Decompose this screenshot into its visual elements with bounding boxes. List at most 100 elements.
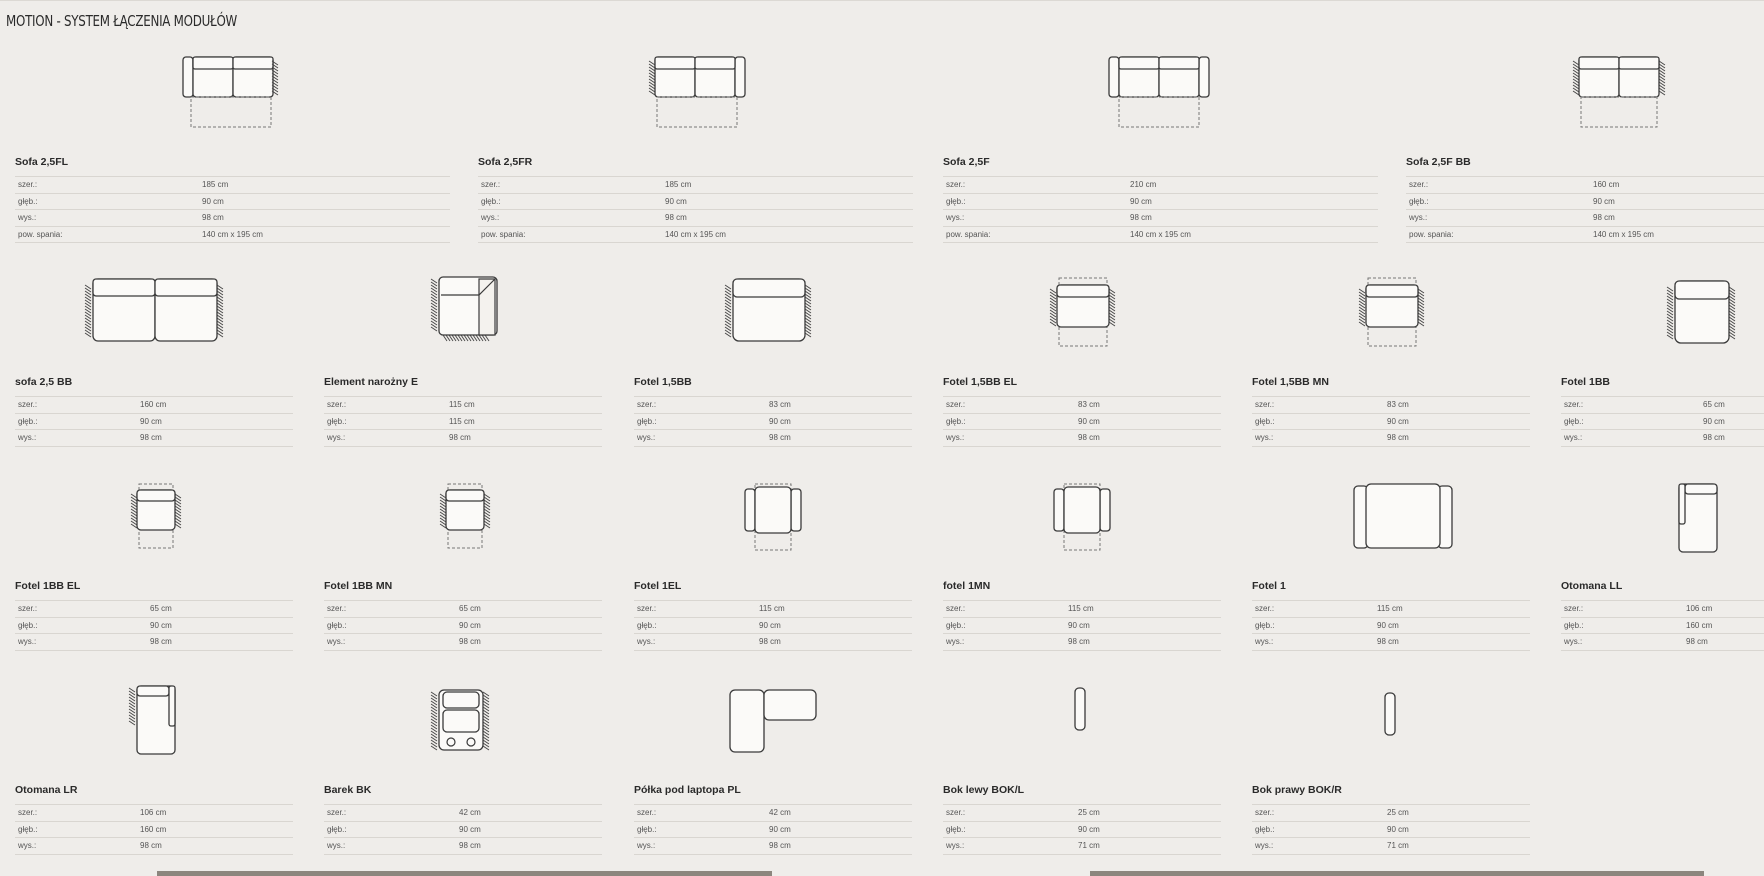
- spec-label: szer.:: [1255, 400, 1275, 409]
- spec-label: szer.:: [637, 604, 657, 613]
- spec-row: szer.: 83 cm: [1252, 396, 1530, 414]
- spec-row: wys.: 98 cm: [478, 210, 913, 227]
- spec-label: pow. spania:: [481, 229, 526, 239]
- spec-table: szer.: 25 cm głęb.: 90 cm wys.: 71 cm: [943, 804, 1221, 855]
- spec-label: szer.:: [327, 808, 347, 817]
- spec-label: szer.:: [18, 808, 38, 817]
- spec-value: 25 cm: [1078, 808, 1100, 817]
- spec-value: 115 cm: [449, 416, 475, 426]
- spec-row: szer.: 210 cm: [943, 176, 1378, 194]
- spec-row: szer.: 83 cm: [943, 396, 1221, 414]
- spec-value: 65 cm: [150, 604, 172, 613]
- spec-table: szer.: 83 cm głęb.: 90 cm wys.: 98 cm: [943, 396, 1221, 447]
- module-name: Sofa 2,5FR: [478, 156, 533, 168]
- spec-row: szer.: 185 cm: [15, 176, 450, 194]
- spec-label: głęb.:: [946, 416, 966, 426]
- spec-label: wys.:: [1564, 433, 1583, 442]
- spec-label: głęb.:: [946, 620, 966, 630]
- module-name: Sofa 2,5FL: [15, 156, 69, 168]
- spec-table: szer.: 106 cm głęb.: 160 cm wys.: 98 cm: [1561, 600, 1764, 651]
- spec-row: wys.: 98 cm: [15, 634, 293, 651]
- spec-value: 90 cm: [759, 620, 781, 630]
- spec-row: wys.: 98 cm: [324, 838, 602, 855]
- spec-label: wys.:: [327, 637, 346, 646]
- module-name: Fotel 1BB MN: [324, 580, 393, 592]
- spec-value: 115 cm: [449, 400, 475, 409]
- module-name: fotel 1MN: [943, 580, 991, 592]
- spec-row: szer.: 42 cm: [324, 804, 602, 822]
- spec-value: 115 cm: [1068, 604, 1094, 613]
- spec-value: 98 cm: [150, 637, 172, 646]
- armchair-icon: [1049, 277, 1116, 347]
- spec-row: głęb.: 90 cm: [634, 618, 912, 634]
- spec-row: głęb.: 90 cm: [15, 194, 450, 210]
- spec-value: 98 cm: [1703, 433, 1725, 442]
- laptop-shelf-icon: [729, 689, 817, 753]
- spec-label: głęb.:: [1255, 416, 1275, 426]
- spec-label: wys.:: [327, 841, 346, 850]
- spec-row: szer.: 185 cm: [478, 176, 913, 194]
- spec-row: głęb.: 115 cm: [324, 414, 602, 430]
- spec-value: 98 cm: [665, 213, 687, 222]
- spec-table: szer.: 115 cm głęb.: 115 cm wys.: 98 cm: [324, 396, 602, 447]
- spec-row: wys.: 98 cm: [634, 430, 912, 447]
- spec-label: głęb.:: [481, 196, 501, 206]
- spec-row: pow. spania: 140 cm x 195 cm: [943, 227, 1378, 243]
- module-name: Fotel 1,5BB MN: [1252, 376, 1330, 388]
- spec-label: głęb.:: [1564, 620, 1584, 630]
- spec-row: głęb.: 90 cm: [943, 414, 1221, 430]
- spec-row: wys.: 98 cm: [15, 838, 293, 855]
- spec-value: 98 cm: [1686, 637, 1708, 646]
- gallery-image-right: [1090, 871, 1704, 876]
- spec-row: głęb.: 90 cm: [478, 194, 913, 210]
- spec-label: głęb.:: [946, 824, 966, 834]
- spec-value: 83 cm: [1078, 400, 1100, 409]
- spec-value: 42 cm: [769, 808, 791, 817]
- spec-value: 65 cm: [459, 604, 481, 613]
- spec-row: głęb.: 90 cm: [943, 618, 1221, 634]
- ottoman-icon: [1678, 483, 1718, 553]
- spec-label: szer.:: [946, 400, 966, 409]
- spec-row: wys.: 71 cm: [943, 838, 1221, 855]
- spec-label: głęb.:: [18, 416, 38, 426]
- spec-label: wys.:: [946, 213, 965, 222]
- spec-row: głęb.: 90 cm: [1406, 194, 1764, 210]
- module-name: Półka pod laptopa PL: [634, 784, 741, 796]
- module-name: Sofa 2,5F BB: [1406, 156, 1471, 168]
- armchair-icon: [724, 278, 812, 342]
- spec-label: szer.:: [481, 180, 501, 189]
- spec-table: szer.: 106 cm głęb.: 160 cm wys.: 98 cm: [15, 804, 293, 855]
- sofa-icon: [1572, 56, 1666, 128]
- spec-value: 65 cm: [1703, 400, 1725, 409]
- spec-table: szer.: 210 cm głęb.: 90 cm wys.: 98 cm pow. sp…: [943, 176, 1378, 243]
- spec-value: 140 cm x 195 cm: [1593, 229, 1654, 239]
- spec-value: 90 cm: [459, 620, 481, 630]
- module-name: Fotel 1EL: [634, 580, 682, 592]
- spec-label: wys.:: [1564, 637, 1583, 646]
- spec-value: 160 cm: [140, 824, 167, 834]
- spec-label: szer.:: [946, 180, 966, 189]
- spec-row: głęb.: 90 cm: [1252, 618, 1530, 634]
- spec-row: szer.: 25 cm: [943, 804, 1221, 822]
- spec-row: szer.: 160 cm: [1406, 176, 1764, 194]
- spec-label: wys.:: [946, 841, 965, 850]
- spec-label: głęb.:: [1564, 416, 1584, 426]
- module-name: Bok lewy BOK/L: [943, 784, 1025, 796]
- spec-value: 140 cm x 195 cm: [1130, 229, 1191, 239]
- spec-label: szer.:: [327, 604, 347, 613]
- armchair-icon: [1358, 277, 1425, 347]
- spec-table: szer.: 185 cm głęb.: 90 cm wys.: 98 cm pow. sp…: [15, 176, 450, 243]
- spec-label: szer.:: [18, 400, 38, 409]
- spec-table: szer.: 65 cm głęb.: 90 cm wys.: 98 cm: [1561, 396, 1764, 447]
- spec-row: głęb.: 90 cm: [1561, 414, 1764, 430]
- spec-value: 90 cm: [1387, 416, 1409, 426]
- sofa-icon: [182, 56, 279, 128]
- spec-label: szer.:: [18, 180, 38, 189]
- spec-table: szer.: 42 cm głęb.: 90 cm wys.: 98 cm: [634, 804, 912, 855]
- sofa-icon: [1108, 56, 1210, 128]
- side-panel-icon: [1384, 692, 1396, 736]
- spec-value: 90 cm: [1130, 196, 1152, 206]
- spec-row: głęb.: 90 cm: [324, 618, 602, 634]
- top-divider: [0, 0, 1764, 1]
- spec-label: głęb.:: [18, 196, 38, 206]
